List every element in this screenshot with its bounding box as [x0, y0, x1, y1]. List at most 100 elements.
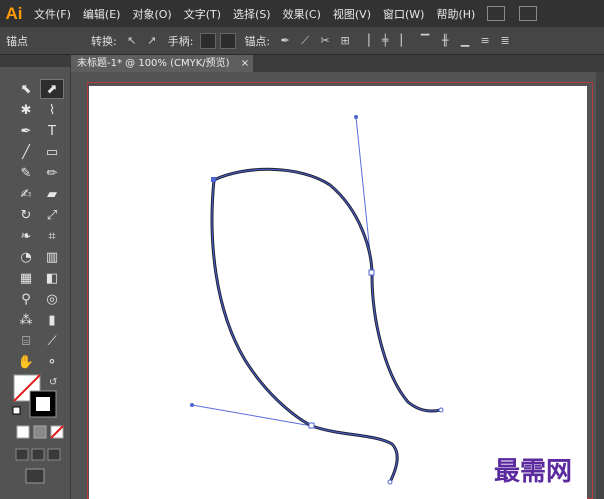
mode-label: 锚点: [6, 34, 28, 48]
gradient-tool[interactable]: ◧: [40, 268, 64, 288]
pencil-tool[interactable]: ✏: [40, 163, 64, 183]
menu-effect[interactable]: 效果(C): [277, 6, 327, 22]
align-middle-icon[interactable]: ╫: [437, 33, 453, 49]
type-tool[interactable]: T: [40, 121, 64, 141]
scale-icon: ⤢: [46, 207, 58, 223]
type-icon: T: [48, 123, 56, 139]
mesh-tool[interactable]: ▦: [14, 268, 38, 288]
zoom-icon: ⚬: [46, 354, 58, 370]
align-center-icon[interactable]: ╪: [377, 33, 393, 49]
pen-icon: ✒: [20, 123, 32, 139]
connect-anchors-icon[interactable]: ⟋: [297, 33, 313, 49]
lasso-icon: ⌇: [48, 102, 56, 118]
tool-grid: ⬉ ⬈ ✱ ⌇ ✒ T ╱ ▭ ✎ ✏ ✍ ▰ ↻ ⤢ ❧ ⌗ ◔ ▥ ▦ ◧ ⚲ ◎ ⁂ ▮ ⌸ ⟋ ✋ ⚬: [14, 79, 70, 372]
menu-view[interactable]: 视图(V): [327, 6, 377, 22]
symbol-sprayer-tool[interactable]: ⁂: [14, 310, 38, 330]
toolbox-grip[interactable]: [0, 55, 70, 67]
bridge-icon[interactable]: [487, 6, 506, 21]
eraser-tool[interactable]: ▰: [40, 184, 64, 204]
blob-brush-tool[interactable]: ✍: [14, 184, 38, 204]
gradient-mode-icon[interactable]: [33, 425, 47, 439]
zoom-tool[interactable]: ⚬: [40, 352, 64, 372]
paintbrush-icon: ✎: [20, 165, 32, 181]
workspace-switcher-icon[interactable]: [519, 6, 538, 21]
swap-colors-icon[interactable]: ↺: [49, 377, 57, 388]
lasso-tool[interactable]: ⌇: [40, 100, 64, 120]
perspective-grid-tool[interactable]: ▥: [40, 247, 64, 267]
convert-label: 转换:: [91, 34, 117, 48]
blend-icon: ◎: [46, 291, 58, 307]
hide-handles-button[interactable]: [220, 32, 237, 49]
magic-wand-icon: ✱: [20, 102, 32, 118]
menu-window[interactable]: 窗口(W): [377, 6, 430, 22]
artboard-tool[interactable]: ⌸: [14, 331, 38, 351]
distribute-vertical-icon[interactable]: ≡: [477, 33, 493, 49]
isolate-icon[interactable]: ⊞: [337, 33, 353, 49]
document-tab[interactable]: 未标题-1* @ 100% (CMYK/预览) ×: [71, 55, 254, 72]
artboard[interactable]: [89, 86, 587, 499]
direct-selection-tool[interactable]: ⬈: [40, 79, 64, 99]
vertical-scrollbar[interactable]: [596, 72, 604, 499]
line-tool[interactable]: ╱: [14, 142, 38, 162]
align-top-icon[interactable]: ▔: [417, 33, 433, 49]
screen-mode-icon[interactable]: [25, 468, 45, 484]
shape-builder-icon: ◔: [20, 249, 32, 265]
blob-brush-icon: ✍: [20, 186, 32, 202]
hand-icon: ✋: [17, 354, 35, 370]
watermark: 最需网: [494, 457, 573, 487]
paintbrush-tool[interactable]: ✎: [14, 163, 38, 183]
rotate-icon: ↻: [20, 207, 32, 223]
control-bar: 锚点 转换: ↖ ↗ 手柄: 锚点: ✒ ⟋ ✂ ⊞ ▕ ╪ ▏ ▔ ╫ ▁ ≡…: [0, 27, 604, 55]
eyedropper-icon: ⚲: [21, 291, 31, 307]
warp-tool[interactable]: ❧: [14, 226, 38, 246]
selection-tool[interactable]: ⬉: [14, 79, 38, 99]
menu-edit[interactable]: 编辑(E): [77, 6, 127, 22]
hand-tool[interactable]: ✋: [14, 352, 38, 372]
blend-tool[interactable]: ◎: [40, 289, 64, 309]
pencil-icon: ✏: [46, 165, 58, 181]
color-mode-icon[interactable]: [16, 425, 30, 439]
menu-type[interactable]: 文字(T): [178, 6, 227, 22]
convert-to-smooth-icon[interactable]: ↗: [144, 33, 160, 49]
column-graph-icon: ▮: [48, 312, 56, 328]
magic-wand-tool[interactable]: ✱: [14, 100, 38, 120]
align-right-icon[interactable]: ▏: [397, 33, 413, 49]
column-graph-tool[interactable]: ▮: [40, 310, 64, 330]
shape-builder-tool[interactable]: ◔: [14, 247, 38, 267]
draw-behind-icon[interactable]: [31, 448, 45, 461]
align-left-icon[interactable]: ▕: [357, 33, 373, 49]
eyedropper-tool[interactable]: ⚲: [14, 289, 38, 309]
menu-help[interactable]: 帮助(H): [430, 6, 481, 22]
app-logo: Ai: [5, 3, 23, 23]
eraser-icon: ▰: [47, 186, 57, 202]
tab-close-icon[interactable]: ×: [241, 58, 249, 69]
selection-icon: ⬉: [20, 81, 32, 97]
free-transform-tool[interactable]: ⌗: [40, 226, 64, 246]
remove-anchor-icon[interactable]: ✒: [277, 33, 293, 49]
rotate-tool[interactable]: ↻: [14, 205, 38, 225]
rectangle-tool[interactable]: ▭: [40, 142, 64, 162]
menu-object[interactable]: 对象(O): [126, 6, 177, 22]
mesh-icon: ▦: [19, 270, 33, 286]
draw-inside-icon[interactable]: [47, 448, 61, 461]
menu-select[interactable]: 选择(S): [227, 6, 277, 22]
slice-icon: ⟋: [47, 333, 57, 349]
gradient-icon: ◧: [45, 270, 59, 286]
show-handles-button[interactable]: [200, 32, 217, 49]
stroke-swatch-inner: [36, 397, 50, 411]
cut-path-icon[interactable]: ✂: [317, 33, 333, 49]
menu-bar: Ai 文件(F) 编辑(E) 对象(O) 文字(T) 选择(S) 效果(C) 视…: [0, 0, 604, 27]
menu-file[interactable]: 文件(F): [28, 6, 77, 22]
document-tab-title: 未标题-1* @ 100% (CMYK/预览): [77, 58, 230, 69]
slice-tool[interactable]: ⟋: [40, 331, 64, 351]
anchor-label: 锚点:: [244, 34, 271, 48]
symbol-sprayer-icon: ⁂: [19, 312, 33, 328]
draw-normal-icon[interactable]: [15, 448, 29, 461]
convert-to-corner-icon[interactable]: ↖: [124, 33, 140, 49]
artboard-icon: ⌸: [22, 333, 30, 349]
pen-tool[interactable]: ✒: [14, 121, 38, 141]
scale-tool[interactable]: ⤢: [40, 205, 64, 225]
distribute-horizontal-icon[interactable]: ≣: [497, 33, 513, 49]
align-bottom-icon[interactable]: ▁: [457, 33, 473, 49]
default-colors-icon[interactable]: [12, 406, 21, 415]
